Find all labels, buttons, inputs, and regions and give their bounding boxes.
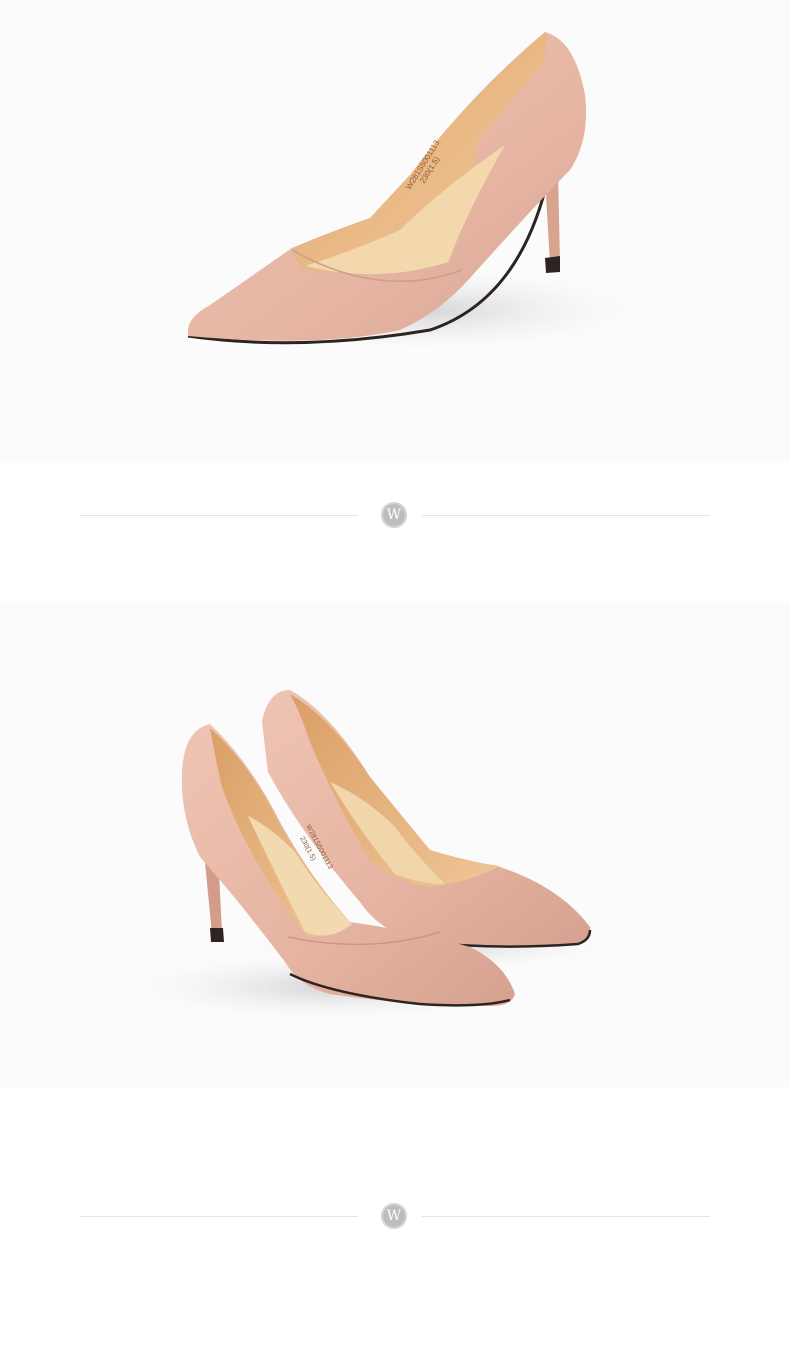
w-logo-icon: W	[381, 1203, 407, 1229]
divider-line-left	[80, 515, 358, 516]
divider-line-right	[422, 515, 710, 516]
section-divider: W	[80, 500, 710, 530]
w-logo-icon: W	[381, 502, 407, 528]
divider-line-left	[80, 1216, 358, 1217]
divider-line-right	[422, 1216, 710, 1217]
heel-tip	[545, 256, 560, 273]
shoe-pair-illustration: W281S5001113 230(1.5)	[140, 690, 600, 1019]
product-photo-single-shoe: W281S5001113 230(1.5)	[0, 0, 790, 462]
front-shoe-heel-tip	[210, 928, 224, 942]
product-photo-shoe-pair: W281S5001113 230(1.5)	[0, 602, 790, 1087]
single-shoe-illustration: W281S5001113 230(1.5)	[187, 32, 630, 350]
section-divider: W	[80, 1201, 710, 1231]
